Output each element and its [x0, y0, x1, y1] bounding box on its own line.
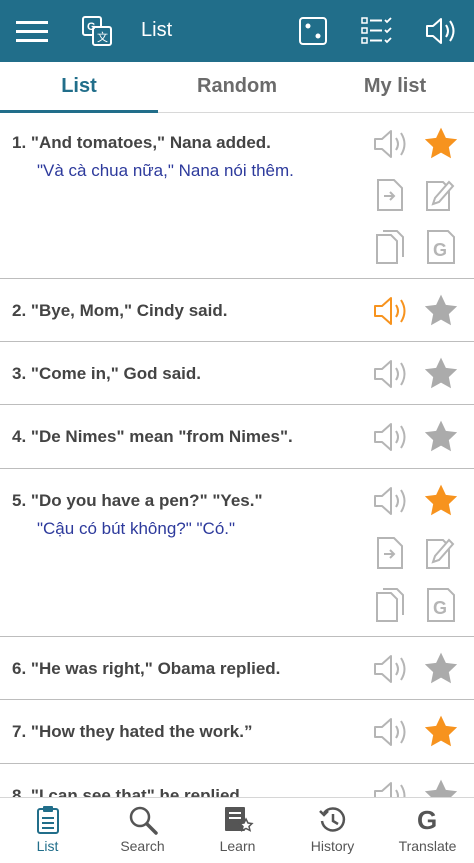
speaker-icon[interactable] [370, 357, 412, 391]
app-title: List [141, 19, 173, 41]
dice-icon[interactable] [294, 12, 332, 50]
history-icon [285, 804, 380, 836]
nav-learn[interactable]: Learn [190, 798, 285, 863]
item-text: 5. "Do you have a pen?" "Yes." [12, 491, 263, 510]
search-icon [95, 804, 190, 836]
star-icon[interactable] [421, 292, 461, 330]
list-item[interactable]: 4. "De Nimes" mean "from Nimes". [0, 405, 474, 469]
svg-text:文: 文 [97, 30, 108, 44]
star-icon[interactable] [421, 125, 461, 163]
open-file-icon[interactable] [374, 177, 406, 213]
list-item[interactable]: 2. "Bye, Mom," Cindy said. [0, 279, 474, 342]
google-translate-icon[interactable]: G [424, 586, 458, 624]
svg-text:G: G [433, 240, 447, 260]
star-icon[interactable] [421, 355, 461, 393]
svg-text:G: G [87, 21, 96, 33]
speaker-icon[interactable] [370, 420, 412, 454]
item-text: 4. "De Nimes" mean "from Nimes". [12, 427, 293, 446]
google-translate-icon[interactable]: G [424, 228, 458, 266]
speaker-icon[interactable] [370, 127, 412, 161]
star-icon[interactable] [421, 418, 461, 456]
speaker-icon[interactable] [422, 12, 460, 50]
tab-list[interactable]: List [0, 62, 158, 113]
google-translate-icon: G [380, 804, 474, 836]
list-item[interactable]: 7. "How they hated the work.” [0, 700, 474, 764]
nav-list[interactable]: List [0, 798, 95, 863]
list-item[interactable]: 6. "He was right," Obama replied. [0, 637, 474, 700]
item-text: 6. "He was right," Obama replied. [12, 659, 281, 678]
item-text: 3. "Come in," God said. [12, 364, 202, 383]
list-item[interactable]: 3. "Come in," God said. [0, 342, 474, 405]
nav-learn-label: Learn [219, 838, 256, 854]
item-translation: "Và cà chua nữa," Nana nói thêm. [37, 161, 294, 180]
star-icon[interactable] [421, 650, 461, 688]
speaker-icon[interactable] [370, 484, 412, 518]
nav-history[interactable]: History [285, 798, 380, 863]
clipboard-list-icon [0, 804, 95, 836]
speaker-icon[interactable] [370, 652, 412, 686]
item-text: 7. "How they hated the work.” [12, 722, 253, 741]
tab-my-list[interactable]: My list [316, 62, 474, 112]
nav-history-label: History [310, 838, 355, 854]
learn-icon [190, 804, 285, 836]
top-app-bar: G文 List [0, 0, 474, 62]
tab-random-label: Random [197, 75, 277, 97]
tab-bar: List Random My list [0, 62, 474, 113]
nav-list-label: List [36, 838, 59, 854]
list-item[interactable]: 5. "Do you have a pen?" "Yes." "Cậu có b… [0, 469, 474, 637]
translate-app-icon[interactable]: G文 [78, 12, 116, 50]
menu-icon[interactable] [13, 12, 51, 50]
nav-translate[interactable]: G Translate [380, 798, 474, 863]
nav-search-label: Search [120, 838, 165, 854]
svg-text:G: G [417, 806, 437, 834]
bottom-navigation: List Search Learn History G Translate [0, 797, 474, 863]
copy-icon[interactable] [374, 586, 406, 624]
speaker-playing-icon[interactable] [370, 294, 412, 328]
open-file-icon[interactable] [374, 535, 406, 571]
svg-text:G: G [433, 598, 447, 618]
tab-my-list-label: My list [363, 75, 427, 97]
tab-random[interactable]: Random [158, 62, 316, 112]
copy-icon[interactable] [374, 228, 406, 266]
tab-list-label: List [61, 75, 97, 97]
star-icon[interactable] [421, 482, 461, 520]
item-translation: "Cậu có bút không?" "Có." [37, 519, 236, 538]
nav-search[interactable]: Search [95, 798, 190, 863]
item-text: 1. "And tomatoes," Nana added. [12, 133, 271, 152]
edit-icon[interactable] [424, 535, 458, 571]
edit-icon[interactable] [424, 177, 458, 213]
nav-translate-label: Translate [398, 838, 457, 854]
star-icon[interactable] [421, 713, 461, 751]
list-item[interactable]: 1. "And tomatoes," Nana added. "Và cà ch… [0, 113, 474, 279]
item-text: 2. "Bye, Mom," Cindy said. [12, 301, 228, 320]
checklist-icon[interactable] [358, 12, 396, 50]
speaker-icon[interactable] [370, 715, 412, 749]
